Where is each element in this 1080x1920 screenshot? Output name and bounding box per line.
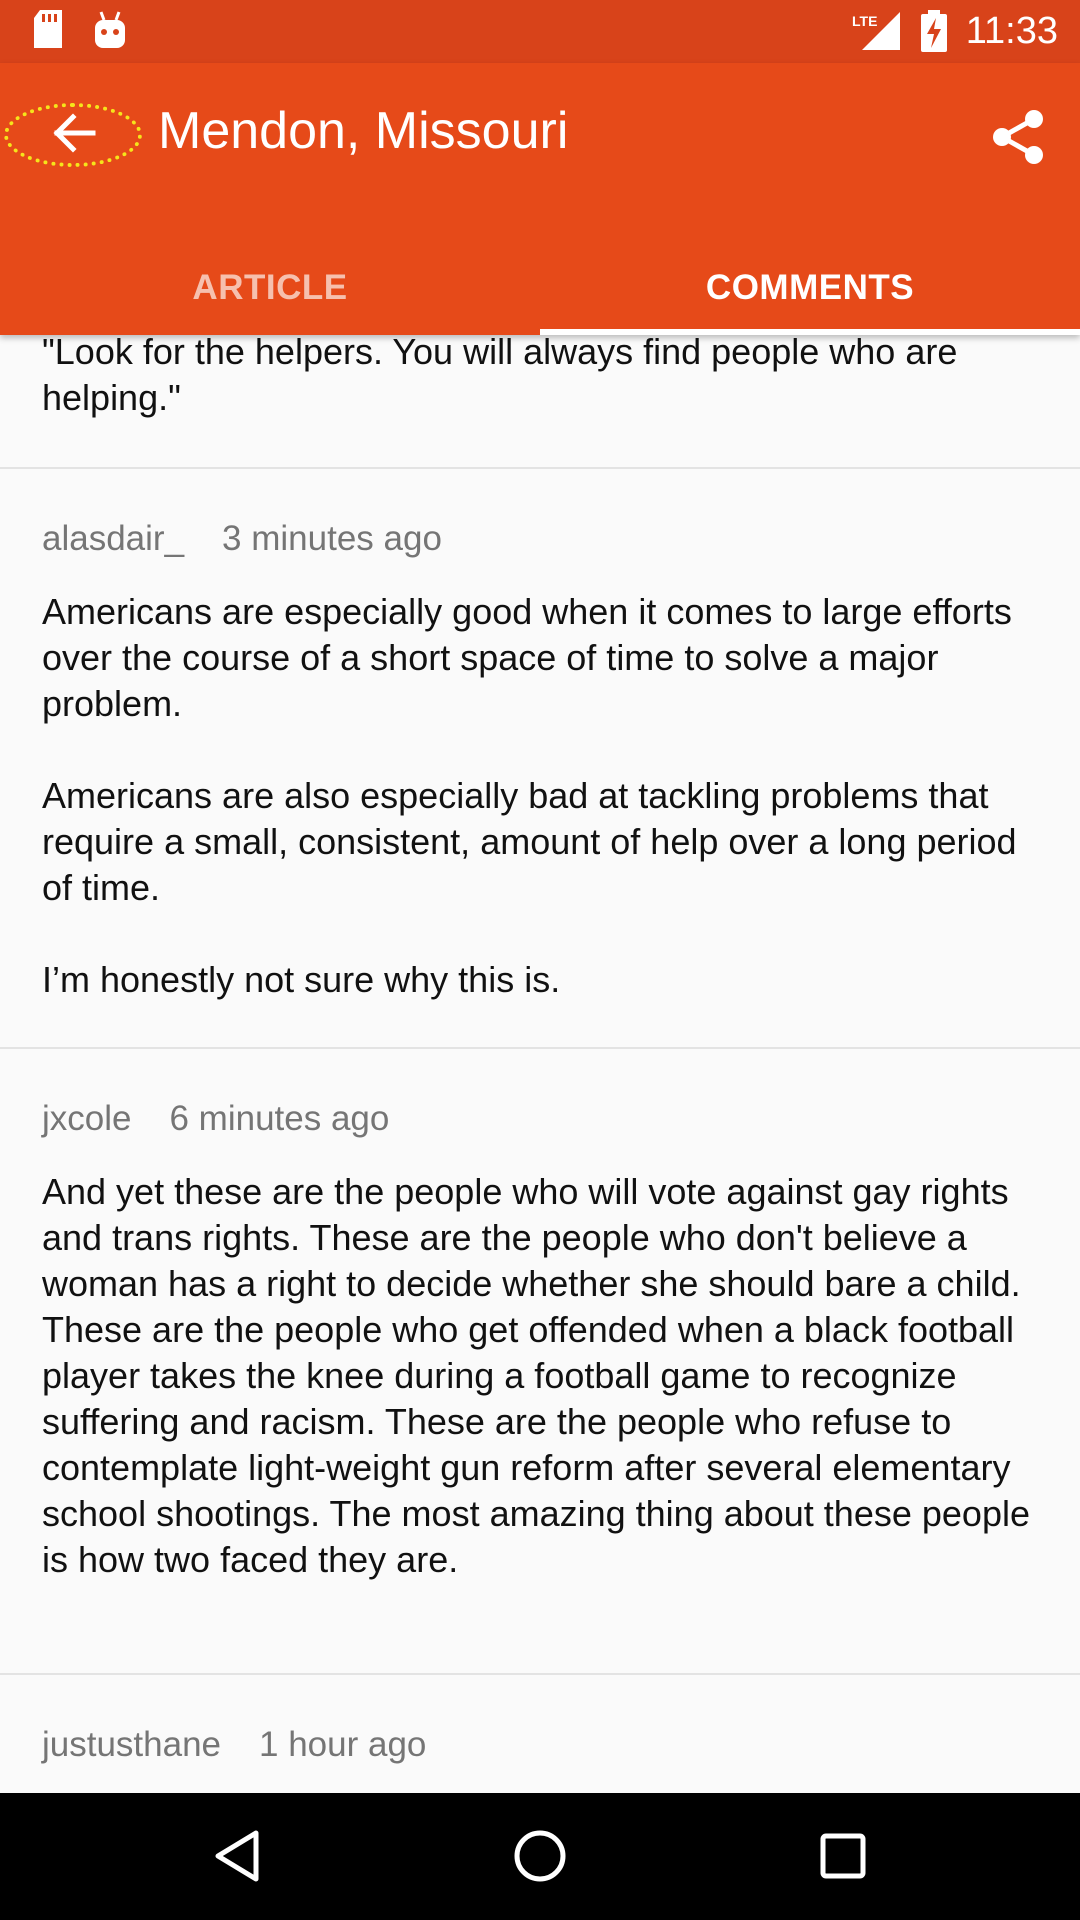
comment-meta: jxcole 6 minutes ago — [42, 1097, 389, 1141]
comment-meta: alasdair_ 3 minutes ago — [42, 517, 442, 561]
comments-list[interactable]: "Look for the helpers. You will always f… — [0, 335, 1080, 1793]
tab-article[interactable]: ARTICLE — [0, 241, 540, 335]
recents-square-icon — [818, 1831, 868, 1886]
comment-text: And yet these are the people who will vo… — [42, 1171, 1030, 1580]
divider — [0, 1673, 1080, 1675]
nav-recents-button[interactable] — [808, 1823, 878, 1893]
sd-card-icon — [32, 10, 64, 55]
divider — [0, 467, 1080, 469]
tab-indicator — [540, 329, 1080, 335]
comment-author[interactable]: justusthane — [42, 1725, 221, 1764]
nav-home-button[interactable] — [505, 1823, 575, 1893]
svg-text:LTE: LTE — [852, 13, 877, 29]
lte-signal-icon: LTE — [852, 12, 902, 57]
app-bar: Mendon, Missouri ARTICLE COMMENTS — [0, 63, 1080, 335]
page-title: Mendon, Missouri — [158, 102, 569, 160]
battery-charging-icon — [920, 10, 948, 57]
android-icon — [92, 10, 128, 55]
comment-time: 1 hour ago — [259, 1725, 427, 1764]
comment-text-partial: "Look for the helpers. You will always f… — [42, 335, 958, 418]
nav-back-button[interactable] — [202, 1823, 272, 1893]
back-triangle-icon — [212, 1829, 262, 1888]
arrow-back-icon — [49, 111, 97, 160]
comment-text: Americans are especially good when it co… — [42, 591, 1017, 1000]
comment-time: 6 minutes ago — [169, 1099, 390, 1138]
navigation-bar — [0, 1793, 1080, 1920]
comment-time: 3 minutes ago — [222, 519, 442, 558]
share-button[interactable] — [990, 107, 1046, 167]
comment-meta: justusthane 1 hour ago — [42, 1723, 426, 1767]
comment-author[interactable]: jxcole — [42, 1099, 131, 1138]
status-bar: LTE 11:33 — [0, 0, 1080, 63]
back-button[interactable] — [4, 103, 142, 167]
status-time: 11:33 — [965, 10, 1058, 52]
home-circle-icon — [512, 1828, 568, 1889]
divider — [0, 1047, 1080, 1049]
comment-author[interactable]: alasdair_ — [42, 519, 184, 558]
share-icon — [990, 110, 1046, 171]
tab-comments[interactable]: COMMENTS — [540, 241, 1080, 335]
